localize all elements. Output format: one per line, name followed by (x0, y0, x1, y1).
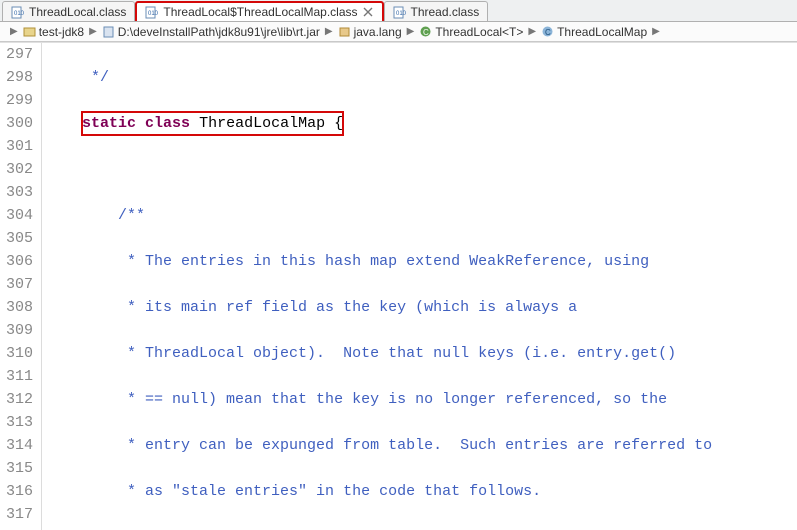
line-number-gutter: 297 298 299 300 301 302 303 304 305 306 … (0, 43, 42, 530)
tab-thread[interactable]: 010 Thread.class (384, 1, 489, 21)
class-icon: C (419, 25, 432, 38)
tab-label: ThreadLocal$ThreadLocalMap.class (163, 5, 357, 19)
crumb-project[interactable]: test-jdk8 (22, 25, 85, 39)
code-editor[interactable]: 297 298 299 300 301 302 303 304 305 306 … (0, 42, 797, 530)
code-text: /** (46, 207, 145, 224)
code-area[interactable]: */ static class ThreadLocalMap { /** * T… (42, 43, 797, 530)
class-icon: C (541, 25, 554, 38)
tab-label: ThreadLocal.class (29, 5, 126, 19)
breadcrumb-bar: ▶ test-jdk8 ▶ D:\deveInstallPath\jdk8u91… (0, 22, 797, 42)
chevron-right-icon: ▶ (650, 26, 662, 37)
classfile-icon: 010 (393, 5, 407, 19)
project-icon (23, 25, 36, 38)
close-icon[interactable] (362, 6, 374, 18)
chevron-right-icon: ▶ (526, 26, 538, 37)
svg-text:C: C (545, 28, 551, 37)
code-text: * its main ref field as the key (which i… (46, 299, 577, 316)
code-text: * The entries in this hash map extend We… (46, 253, 649, 270)
crumb-label: D:\deveInstallPath\jdk8u91\jre\lib\rt.ja… (118, 25, 320, 39)
crumb-label: java.lang (354, 25, 402, 39)
svg-text:C: C (423, 28, 429, 37)
code-text: * entry can be expunged from table. Such… (46, 437, 712, 454)
classfile-icon: 010 (145, 5, 159, 19)
chevron-right-icon: ▶ (405, 26, 417, 37)
tab-threadlocalmap[interactable]: 010 ThreadLocal$ThreadLocalMap.class (135, 1, 383, 21)
crumb-class[interactable]: C ThreadLocal<T> (418, 25, 524, 39)
editor-tabbar: 010 ThreadLocal.class 010 ThreadLocal$Th… (0, 0, 797, 22)
code-text: * == null) mean that the key is no longe… (46, 391, 667, 408)
svg-text:010: 010 (14, 11, 25, 17)
tab-threadlocal[interactable]: 010 ThreadLocal.class (2, 1, 135, 21)
jar-icon (102, 25, 115, 38)
code-text: * ThreadLocal object). Note that null ke… (46, 345, 676, 362)
chevron-right-icon: ▶ (323, 26, 335, 37)
crumb-package[interactable]: java.lang (337, 25, 403, 39)
crumb-label: ThreadLocal<T> (435, 25, 523, 39)
chevron-right-icon: ▶ (8, 26, 20, 37)
code-text: */ (46, 69, 109, 86)
crumb-innerclass[interactable]: C ThreadLocalMap (540, 25, 648, 39)
tab-label: Thread.class (411, 5, 480, 19)
package-icon (338, 25, 351, 38)
svg-text:010: 010 (396, 11, 407, 17)
code-text: * as "stale entries" in the code that fo… (46, 483, 541, 500)
crumb-label: test-jdk8 (39, 25, 84, 39)
chevron-right-icon: ▶ (87, 26, 99, 37)
svg-text:010: 010 (148, 11, 159, 17)
classfile-icon: 010 (11, 5, 25, 19)
highlight-box: static class ThreadLocalMap { (82, 112, 343, 135)
crumb-label: ThreadLocalMap (557, 25, 647, 39)
crumb-jar[interactable]: D:\deveInstallPath\jdk8u91\jre\lib\rt.ja… (101, 25, 321, 39)
